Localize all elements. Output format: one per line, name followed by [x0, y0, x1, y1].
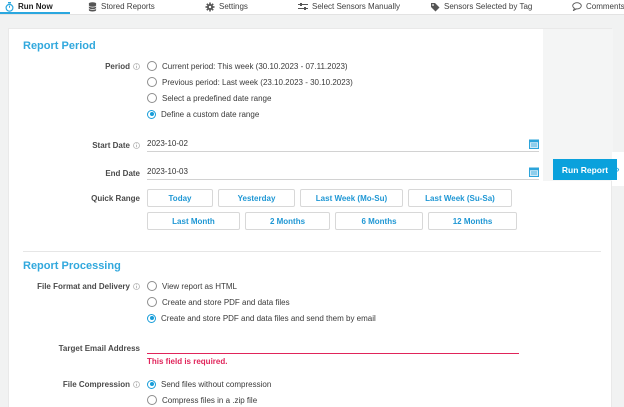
tab-comments[interactable]: Comments — [572, 0, 624, 13]
radio-option-label: Compress files in a .zip file — [162, 396, 257, 405]
target-email-input[interactable] — [147, 340, 519, 354]
end-date-value: 2023-10-03 — [147, 167, 188, 177]
info-icon[interactable] — [133, 283, 140, 290]
quick-range-today-button[interactable]: Today — [147, 189, 213, 207]
tab-label: Stored Reports — [101, 0, 155, 13]
radio-option-current-period[interactable]: Current period: This week (30.10.2023 - … — [147, 58, 549, 74]
report-processing-heading: Report Processing — [23, 252, 549, 272]
calendar-icon[interactable] — [529, 167, 539, 177]
radio-option-no-compression[interactable]: Send files without compression — [147, 376, 549, 392]
run-report-button[interactable]: Run Report — [553, 159, 617, 180]
radio-icon[interactable] — [147, 61, 157, 71]
file-format-label: File Format and Delivery — [9, 278, 147, 294]
tab-label: Settings — [219, 0, 248, 13]
quick-range-2-months-button[interactable]: 2 Months — [245, 212, 330, 230]
radio-icon-checked[interactable] — [147, 314, 156, 323]
radio-icon[interactable] — [147, 93, 157, 103]
radio-option-predefined-range[interactable]: Select a predefined date range — [147, 90, 549, 106]
radio-icon[interactable] — [147, 297, 157, 307]
tab-label: Comments — [586, 0, 624, 13]
radio-option-label: Define a custom date range — [161, 110, 259, 119]
tab-bar: Run Now Stored Reports S — [0, 0, 624, 15]
tab-label: Select Sensors Manually — [312, 0, 400, 13]
quick-range-12-months-button[interactable]: 12 Months — [428, 212, 517, 230]
end-date-input[interactable]: 2023-10-03 — [147, 165, 539, 180]
report-run-now-page: Run Now Stored Reports S — [0, 0, 624, 407]
start-date-label: Start Date — [9, 137, 147, 153]
comment-icon — [572, 2, 582, 11]
radio-option-label: Select a predefined date range — [162, 94, 271, 103]
radio-option-zip-compression[interactable]: Compress files in a .zip file — [147, 392, 549, 407]
gear-icon — [205, 2, 215, 12]
radio-icon[interactable] — [147, 395, 157, 405]
radio-option-custom-range[interactable]: Define a custom date range — [147, 106, 549, 122]
email-required-error: This field is required. — [147, 357, 549, 366]
tab-label: Sensors Selected by Tag — [444, 0, 532, 13]
info-icon[interactable] — [133, 142, 140, 149]
quick-range-label: Quick Range — [9, 189, 147, 207]
tab-select-sensors-manually[interactable]: Select Sensors Manually — [298, 0, 400, 13]
radio-option-store-pdf[interactable]: Create and store PDF and data files — [147, 294, 549, 310]
tag-icon — [430, 2, 440, 12]
info-icon[interactable] — [133, 63, 140, 70]
file-compression-label: File Compression — [9, 376, 147, 392]
database-icon — [88, 2, 97, 12]
calendar-icon[interactable] — [529, 139, 539, 149]
report-form-card: Report Period Period Current period: Thi… — [8, 28, 612, 407]
active-tab-underline — [0, 12, 70, 14]
file-format-radio-group: View report as HTML Create and store PDF… — [147, 278, 549, 326]
quick-range-buttons: Today Yesterday Last Week (Mo-Su) Last W… — [147, 189, 549, 235]
quick-range-yesterday-button[interactable]: Yesterday — [218, 189, 295, 207]
radio-option-previous-period[interactable]: Previous period: Last week (23.10.2023 -… — [147, 74, 549, 90]
radio-option-label: Current period: This week (30.10.2023 - … — [162, 62, 348, 71]
compression-radio-group: Send files without compression Compress … — [147, 376, 549, 407]
radio-icon[interactable] — [147, 77, 157, 87]
period-radio-group: Current period: This week (30.10.2023 - … — [147, 58, 549, 122]
start-date-value: 2023-10-02 — [147, 139, 188, 149]
quick-range-last-week-su-sa-button[interactable]: Last Week (Su-Sa) — [408, 189, 512, 207]
info-icon[interactable] — [133, 381, 140, 388]
radio-option-view-html[interactable]: View report as HTML — [147, 278, 549, 294]
start-date-input[interactable]: 2023-10-02 — [147, 137, 539, 152]
radio-icon-checked[interactable] — [147, 380, 156, 389]
period-label: Period — [9, 58, 147, 74]
quick-range-6-months-button[interactable]: 6 Months — [335, 212, 423, 230]
radio-option-label: Create and store PDF and data files and … — [161, 314, 376, 323]
tab-sensors-selected-by-tag[interactable]: Sensors Selected by Tag — [430, 0, 532, 13]
sliders-icon — [298, 2, 308, 11]
end-date-label: End Date — [9, 165, 147, 181]
tab-stored-reports[interactable]: Stored Reports — [88, 0, 155, 13]
quick-range-last-month-button[interactable]: Last Month — [147, 212, 240, 230]
stopwatch-icon — [5, 2, 14, 12]
radio-icon-checked[interactable] — [147, 110, 156, 119]
tab-settings[interactable]: Settings — [205, 0, 248, 13]
target-email-label: Target Email Address — [9, 340, 147, 356]
radio-option-label: View report as HTML — [162, 282, 237, 291]
radio-option-store-pdf-email[interactable]: Create and store PDF and data files and … — [147, 310, 549, 326]
radio-option-label: Previous period: Last week (23.10.2023 -… — [162, 78, 353, 87]
radio-option-label: Create and store PDF and data files — [162, 298, 290, 307]
radio-icon[interactable] — [147, 281, 157, 291]
report-period-heading: Report Period — [23, 29, 549, 52]
radio-option-label: Send files without compression — [161, 380, 271, 389]
quick-range-last-week-mo-su-button[interactable]: Last Week (Mo-Su) — [300, 189, 403, 207]
